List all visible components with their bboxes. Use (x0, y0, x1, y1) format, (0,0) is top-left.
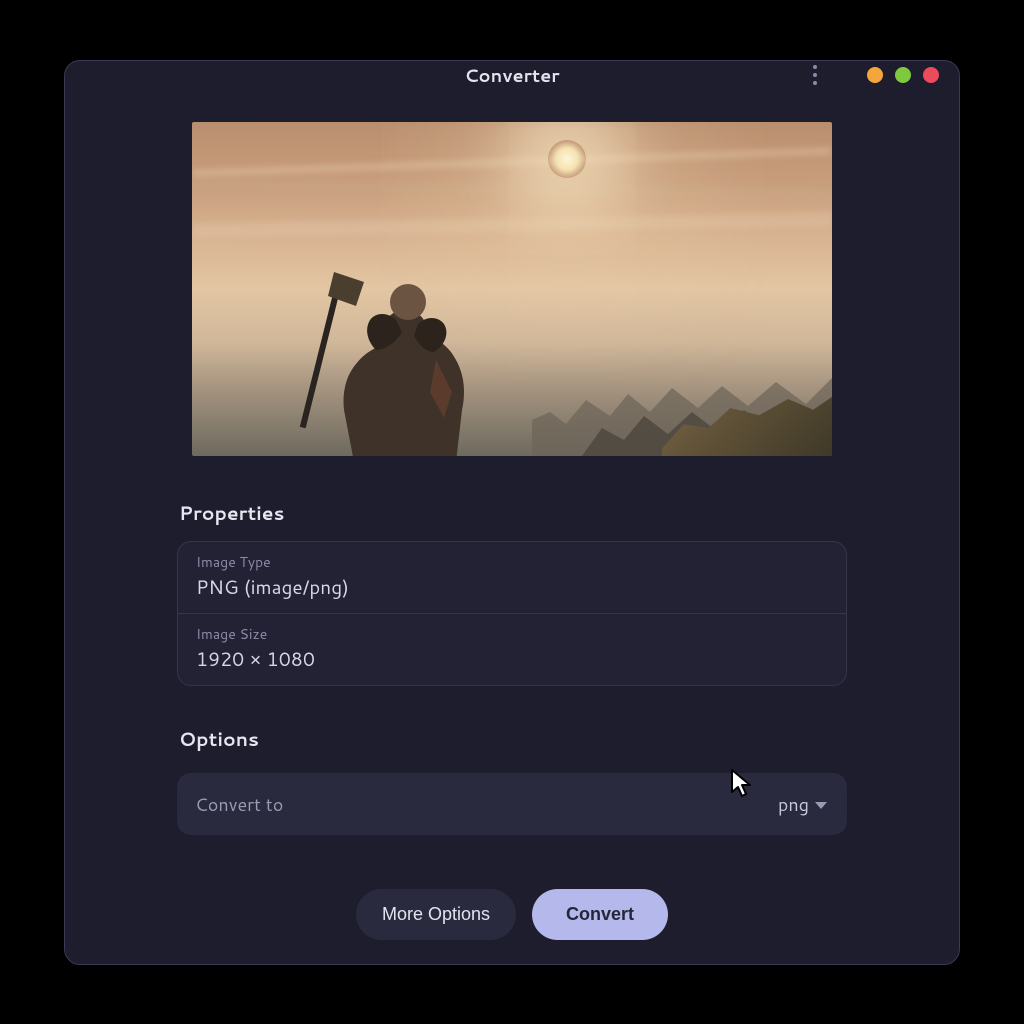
chevron-down-icon (815, 802, 827, 809)
convert-to-value: png (778, 791, 827, 817)
close-button[interactable] (923, 67, 939, 83)
menu-button[interactable] (803, 63, 827, 87)
app-window: Converter (64, 60, 960, 965)
property-label: Image Size (196, 624, 828, 644)
properties-card: Image Type PNG (image/png) Image Size 19… (177, 541, 847, 686)
convert-to-select[interactable]: Convert to png (177, 773, 847, 835)
property-value: PNG (image/png) (196, 574, 828, 601)
property-row-image-size: Image Size 1920 × 1080 (178, 613, 846, 685)
convert-button[interactable]: Convert (532, 889, 668, 940)
preview-decoration (192, 178, 832, 199)
property-value: 1920 × 1080 (196, 646, 828, 673)
property-row-image-type: Image Type PNG (image/png) (178, 542, 846, 613)
kebab-dot-icon (813, 65, 817, 69)
content-area: Properties Image Type PNG (image/png) Im… (65, 88, 959, 964)
preview-decoration (192, 147, 832, 177)
preview-decoration (192, 212, 832, 237)
maximize-button[interactable] (895, 67, 911, 83)
preview-decoration (548, 140, 586, 178)
footer-actions: More Options Convert (177, 889, 847, 940)
property-label: Image Type (196, 552, 828, 572)
options-heading: Options (177, 726, 847, 753)
convert-to-label: Convert to (195, 791, 283, 817)
kebab-dot-icon (813, 81, 817, 85)
more-options-button[interactable]: More Options (356, 889, 516, 940)
kebab-dot-icon (813, 73, 817, 77)
image-preview (192, 122, 832, 456)
properties-heading: Properties (177, 500, 847, 527)
window-title: Converter (464, 62, 559, 88)
window-controls (867, 67, 939, 83)
titlebar: Converter (65, 61, 959, 88)
preview-decoration (284, 242, 494, 456)
convert-to-value-text: png (778, 791, 809, 817)
minimize-button[interactable] (867, 67, 883, 83)
